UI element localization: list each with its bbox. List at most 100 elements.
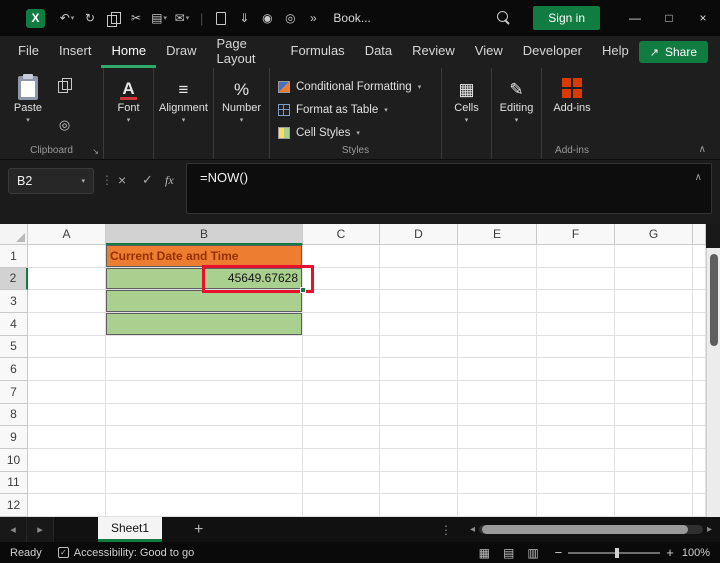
cell-D3[interactable] [380,290,458,313]
menu-developer[interactable]: Developer [513,36,592,68]
cell-C10[interactable] [303,448,380,472]
cell-C11[interactable] [303,471,380,495]
row-header-9[interactable]: 9 [0,426,28,449]
cell-D5[interactable] [380,335,458,359]
sign-in-button[interactable]: Sign in [533,6,600,30]
cell-E1[interactable] [458,245,537,268]
enter-entry-icon[interactable]: ✓ [142,172,153,188]
zoom-slider[interactable] [568,546,661,560]
formula-bar-collapse-icon[interactable]: ∧ [695,172,702,183]
menu-review[interactable]: Review [402,36,465,68]
share-button[interactable]: ↗ Share [638,41,708,63]
cell-D1[interactable] [380,245,458,268]
cell-E12[interactable] [458,494,537,517]
cell-E5[interactable] [458,335,537,359]
cell-F8[interactable] [537,403,615,427]
cell-A11[interactable] [28,471,106,495]
new-document-button[interactable] [211,7,231,29]
cell-E3[interactable] [458,290,537,313]
cell-G8[interactable] [615,403,693,427]
cell-F6[interactable] [537,358,615,381]
cell-C7[interactable] [303,380,380,404]
column-header-G[interactable]: G [615,224,693,245]
cell-F7[interactable] [537,380,615,404]
cell-D8[interactable] [380,403,458,427]
sheet-tab-sheet1[interactable]: Sheet1 [98,517,163,542]
cell-A6[interactable] [28,358,106,381]
cell-C5[interactable] [303,335,380,359]
editing-button[interactable]: ✎ Editing ▾ [492,74,541,124]
close-button[interactable]: × [686,0,720,36]
menu-formulas[interactable]: Formulas [281,36,355,68]
cell-G5[interactable] [615,335,693,359]
select-all-corner[interactable] [0,224,28,245]
column-header-E[interactable]: E [458,224,537,245]
vertical-scrollbar-thumb[interactable] [710,254,718,346]
cell-C3[interactable] [303,290,380,313]
cell-F4[interactable] [537,312,615,336]
alignment-button[interactable]: ≡ Alignment ▾ [154,74,213,124]
zoom-level[interactable]: 100% [682,547,710,559]
cell-C4[interactable] [303,312,380,336]
cell-G4[interactable] [615,312,693,336]
hscroll-left-icon[interactable]: ◂ [470,524,475,535]
cell-E7[interactable] [458,380,537,404]
menu-draw[interactable]: Draw [156,36,206,68]
cell-E11[interactable] [458,471,537,495]
toolbar-overflow-button[interactable]: » [303,7,323,29]
menu-data[interactable]: Data [355,36,402,68]
name-box[interactable]: B2 ▾ [8,168,94,194]
chart-button[interactable]: ▤ ▾ [149,7,169,29]
cell-D2[interactable] [380,267,458,291]
normal-view-button[interactable]: ▦ [479,546,490,560]
zoom-in-button[interactable]: + [666,545,674,560]
add-sheet-button[interactable]: + [194,521,203,539]
mail-button[interactable]: ✉ ▾ [172,7,192,29]
copy-button[interactable] [103,7,123,29]
cell-B4[interactable] [106,312,303,336]
zoom-out-button[interactable]: − [555,545,563,560]
format-as-table-button[interactable]: Format as Table ▾ [278,99,437,120]
cell-B5[interactable] [106,335,303,359]
cell-E6[interactable] [458,358,537,381]
cell-E4[interactable] [458,312,537,336]
row-header-2[interactable]: 2 [0,267,28,291]
cell-D6[interactable] [380,358,458,381]
row-header-7[interactable]: 7 [0,380,28,404]
column-header-C[interactable]: C [303,224,380,245]
menu-help[interactable]: Help [592,36,639,68]
cell-D11[interactable] [380,471,458,495]
cell-A8[interactable] [28,403,106,427]
cell-A9[interactable] [28,426,106,449]
copy-small-icon[interactable] [58,78,72,93]
menu-file[interactable]: File [8,36,49,68]
row-header-3[interactable]: 3 [0,290,28,313]
menu-insert[interactable]: Insert [49,36,102,68]
cell-C6[interactable] [303,358,380,381]
formula-input[interactable]: =NOW() [186,163,712,214]
cell-D9[interactable] [380,426,458,449]
cell-B12[interactable] [106,494,303,517]
cell-G3[interactable] [615,290,693,313]
cell-G7[interactable] [615,380,693,404]
cell-C2[interactable] [303,267,380,291]
cell-G12[interactable] [615,494,693,517]
cell-B1[interactable]: Current Date and Time [106,245,303,268]
cell-C1[interactable] [303,245,380,268]
insert-function-icon[interactable]: fx [165,173,174,188]
minimize-button[interactable]: — [618,0,652,36]
fill-handle[interactable] [300,287,306,293]
row-header-6[interactable]: 6 [0,358,28,381]
column-header-B[interactable]: B [106,224,303,245]
next-sheet-button[interactable]: ▸ [27,517,54,542]
row-header-4[interactable]: 4 [0,312,28,336]
prev-sheet-button[interactable]: ◂ [0,517,27,542]
undo-button[interactable]: ↶ ▾ [57,7,77,29]
cell-F5[interactable] [537,335,615,359]
cell-F9[interactable] [537,426,615,449]
cell-A3[interactable] [28,290,106,313]
cell-D7[interactable] [380,380,458,404]
row-header-8[interactable]: 8 [0,403,28,427]
cell-A5[interactable] [28,335,106,359]
cut-button[interactable]: ✂ [126,7,146,29]
